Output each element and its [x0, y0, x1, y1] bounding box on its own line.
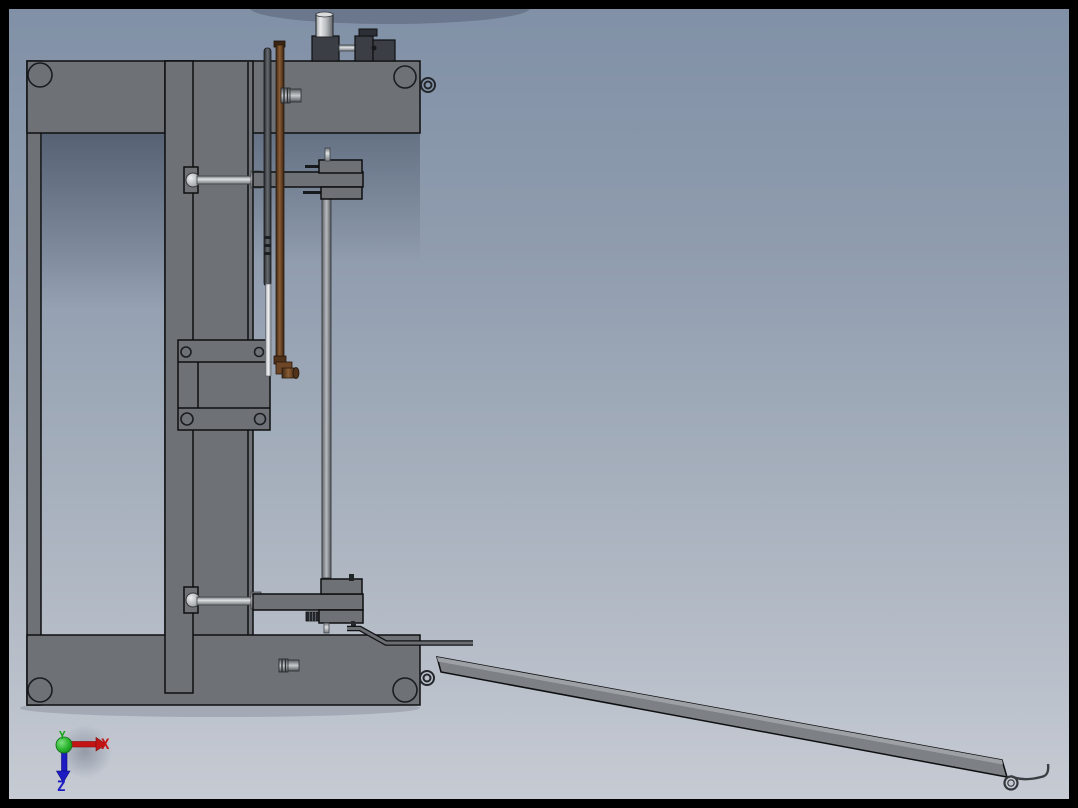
lower-pin-left: [323, 622, 330, 634]
motor-cylinder-cap: [315, 11, 334, 18]
lower-arm-plate[interactable]: [252, 593, 364, 611]
motor-block-middle[interactable]: [354, 35, 374, 62]
motor-cylinder[interactable]: [315, 13, 334, 38]
lower-guide-block-bottom[interactable]: [318, 609, 364, 624]
lower-screw-shaft[interactable]: [196, 596, 254, 606]
left-upright[interactable]: [26, 60, 42, 706]
frame-opening-shadow-left: [42, 133, 164, 308]
z-axis-shaft[interactable]: [61, 750, 68, 772]
lift-rod[interactable]: [321, 197, 332, 579]
z-axis-label: Z: [57, 779, 65, 795]
upper-guide-pin: [324, 147, 331, 162]
dark-rod-rib-2: [264, 244, 271, 247]
bottom-plate[interactable]: [26, 634, 421, 706]
cad-viewport[interactable]: Y X Z: [0, 0, 1078, 808]
bottom-knob-body[interactable]: [287, 659, 300, 672]
lower-guide-block-top[interactable]: [320, 578, 363, 595]
y-axis-label: Y: [59, 729, 66, 742]
bottom-knob-ribs: [278, 658, 289, 673]
upper-guide-block-top[interactable]: [318, 159, 363, 174]
copper-elbow-end: [292, 367, 300, 379]
lower-block-pin-top: [349, 574, 354, 581]
dark-rod-rib-3: [264, 252, 271, 255]
dark-rod-rib-1: [264, 236, 271, 239]
upper-tab-bottom: [303, 191, 322, 194]
motor-block-left[interactable]: [311, 35, 340, 62]
dark-guide-rod[interactable]: [263, 47, 272, 287]
x-axis-shaft[interactable]: [69, 741, 97, 748]
upper-guide-block-bottom[interactable]: [320, 186, 363, 200]
top-knob-ribs: [280, 87, 291, 104]
upper-screw-shaft[interactable]: [196, 175, 254, 185]
motor-top-cap: [358, 28, 378, 37]
carriage-plate[interactable]: [177, 339, 271, 431]
light-plunger-rod[interactable]: [265, 283, 272, 377]
x-axis-label: X: [101, 737, 110, 753]
cad-viewer-window: Y X Z: [0, 0, 1078, 808]
top-knob-body[interactable]: [289, 88, 302, 103]
motor-block-right[interactable]: [372, 39, 396, 62]
motor-coupling-shaft: [338, 44, 356, 52]
motor-shaft-dot: [371, 45, 377, 51]
